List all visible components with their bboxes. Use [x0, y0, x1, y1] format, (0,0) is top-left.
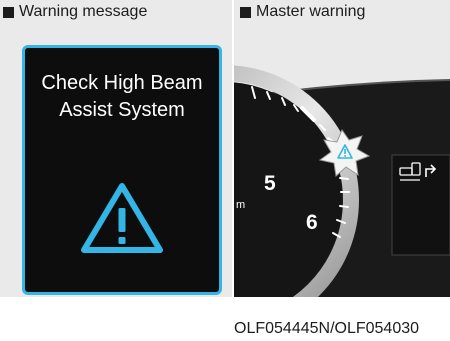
reference-code: OLF054445N/OLF054030 [234, 320, 420, 337]
instrument-cluster-graphic [234, 65, 450, 297]
caption-square-icon [3, 6, 14, 18]
warning-message-caption: Warning message [3, 2, 147, 22]
warning-message-text: Check High Beam Assist System [25, 70, 219, 124]
warning-message-caption-text: Warning message [19, 3, 148, 20]
gauge-tick-label: 5 [264, 172, 276, 195]
gauge-unit-label: m [236, 199, 246, 211]
page: Warning message Check High Beam Assist S… [0, 0, 450, 341]
warning-message-line1: Check High Beam [41, 72, 203, 94]
gauge-tick-label: 6 [306, 211, 318, 234]
warning-message-line2: Assist System [59, 99, 185, 121]
cluster-lcd-display: Check High Beam Assist System [22, 45, 222, 295]
warning-triangle-icon [81, 183, 163, 253]
